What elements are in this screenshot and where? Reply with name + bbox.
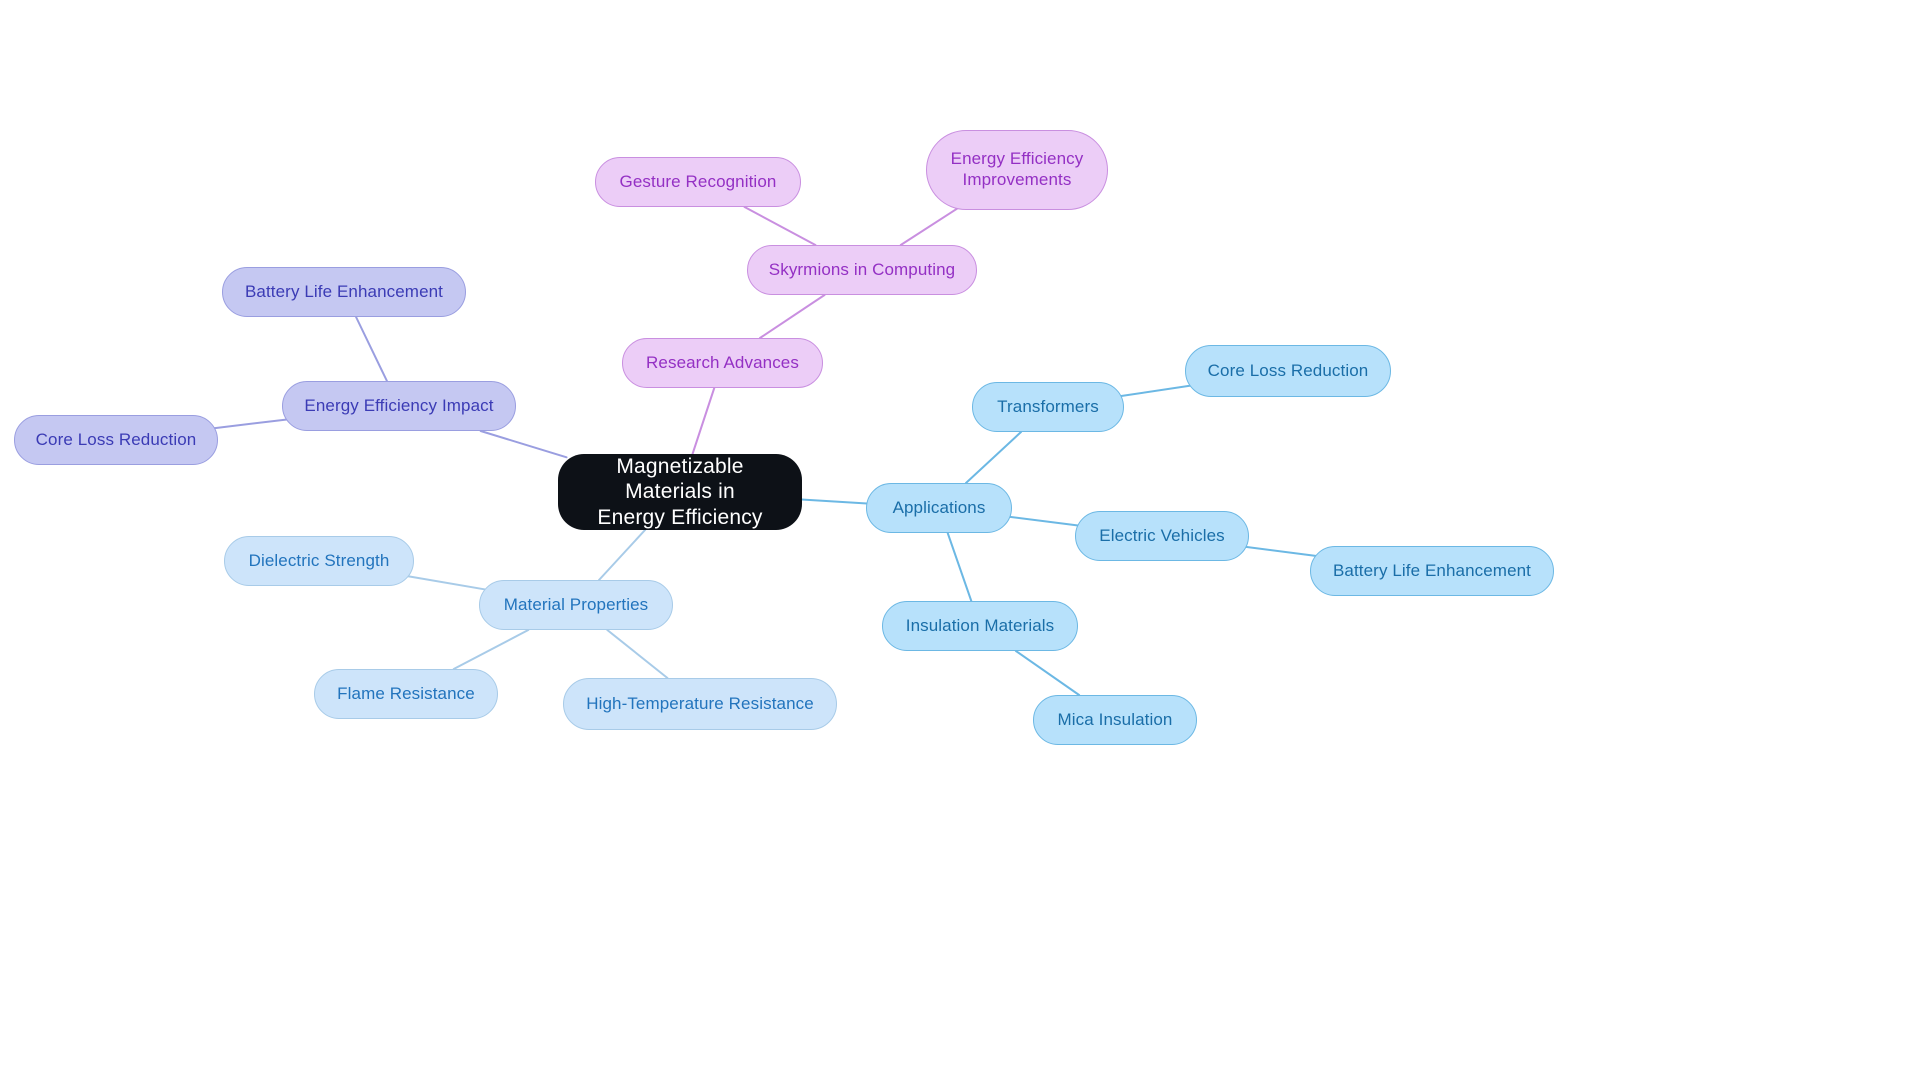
edge-applications-transformers	[964, 431, 1023, 484]
edge-material-high-temp	[606, 629, 669, 679]
node-insulation-materials[interactable]: Insulation Materials	[882, 601, 1078, 651]
node-gesture-recognition[interactable]: Gesture Recognition	[595, 157, 801, 207]
edge-insulation-mica	[1014, 650, 1081, 696]
node-high-temperature-resistance[interactable]: High-Temperature Resistance	[563, 678, 837, 730]
edge-impact-battery-life	[355, 316, 388, 382]
node-electric-vehicles[interactable]: Electric Vehicles	[1075, 511, 1249, 561]
node-mica-insulation[interactable]: Mica Insulation	[1033, 695, 1197, 745]
edge-applications-insulation	[946, 532, 973, 602]
edge-material-dielectric	[406, 575, 487, 591]
node-skyrmions-in-computing[interactable]: Skyrmions in Computing	[747, 245, 977, 295]
node-energy-efficiency-impact[interactable]: Energy Efficiency Impact	[282, 381, 516, 431]
node-battery-life-enhancement-ev[interactable]: Battery Life Enhancement	[1310, 546, 1554, 596]
node-battery-life-enhancement-impact[interactable]: Battery Life Enhancement	[222, 267, 466, 317]
edge-root-research-advances	[691, 387, 716, 455]
edge-research-skyrmions	[759, 294, 826, 339]
edge-material-flame	[452, 629, 530, 670]
edge-applications-electric-vehicles	[1005, 515, 1083, 527]
node-transformers[interactable]: Transformers	[972, 382, 1124, 432]
node-energy-efficiency-improvements[interactable]: Energy Efficiency Improvements	[926, 130, 1108, 210]
root-node-magnetizable-materials[interactable]: Magnetizable Materials in Energy Efficie…	[558, 454, 802, 530]
node-applications[interactable]: Applications	[866, 483, 1012, 533]
node-flame-resistance[interactable]: Flame Resistance	[314, 669, 498, 719]
edge-root-energy-efficiency-impact	[479, 430, 568, 459]
edge-skyrmions-gesture	[743, 206, 817, 246]
edge-skyrmions-efficiency-improvements	[899, 206, 961, 246]
edge-impact-core-loss	[209, 418, 292, 430]
node-dielectric-strength[interactable]: Dielectric Strength	[224, 536, 414, 586]
mindmap-canvas: Magnetizable Materials in Energy Efficie…	[0, 0, 1920, 1083]
node-research-advances[interactable]: Research Advances	[622, 338, 823, 388]
edge-root-applications	[792, 498, 873, 505]
edge-ev-battery-life	[1241, 545, 1320, 558]
node-material-properties[interactable]: Material Properties	[479, 580, 673, 630]
node-core-loss-reduction-transformers[interactable]: Core Loss Reduction	[1185, 345, 1391, 397]
node-core-loss-reduction-impact[interactable]: Core Loss Reduction	[14, 415, 218, 465]
edge-root-material-properties	[598, 529, 647, 581]
edge-transformers-core-loss	[1117, 384, 1194, 398]
